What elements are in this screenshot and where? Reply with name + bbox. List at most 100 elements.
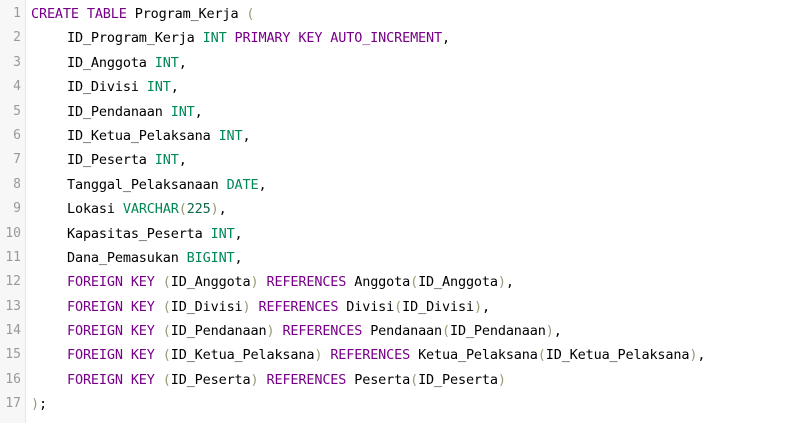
type-token: INT [218, 127, 243, 144]
identifier-token: , [194, 103, 203, 120]
code-line[interactable]: 13 FOREIGN KEY (ID_Divisi) REFERENCES Div… [0, 295, 795, 319]
bracket-token: ( [162, 347, 171, 364]
code-line[interactable]: 17); [0, 392, 795, 416]
identifier-token [251, 299, 259, 315]
identifier-token: ID_Peserta [67, 152, 155, 169]
code-text: ID_Anggota INT, [31, 51, 187, 75]
line-number: 9 [13, 201, 21, 217]
type-token: VARCHAR [122, 201, 179, 218]
code-line[interactable]: 15 FOREIGN KEY (ID_Ketua_Pelaksana) REFER… [0, 343, 795, 367]
keyword-token: FOREIGN KEY [67, 274, 155, 291]
identifier-token: , [178, 54, 187, 71]
bracket-token: ) [473, 298, 482, 315]
identifier-token: ID_Divisi [402, 298, 474, 315]
identifier-token: , [481, 298, 490, 315]
code-line[interactable]: 5 ID_Pendanaan INT, [0, 100, 795, 124]
bracket-token: ) [497, 274, 506, 291]
bracket-token: ) [31, 396, 39, 413]
code-editor[interactable]: 1 CREATE TABLE Program_Kerja (2 ID_Program… [0, 0, 795, 423]
line-number: 16 [5, 371, 21, 387]
bracket-token: ( [178, 201, 187, 218]
line-number: 6 [13, 127, 21, 143]
line-number: 17 [5, 396, 21, 412]
identifier-token: , [234, 249, 243, 266]
identifier-token: ID_Program_Kerja [67, 30, 203, 47]
code-lines: 1 CREATE TABLE Program_Kerja (2 ID_Program… [0, 2, 795, 417]
line-number: 11 [5, 249, 21, 265]
code-line[interactable]: 4 ID_Divisi INT, [0, 75, 795, 99]
bracket-token: ( [246, 6, 255, 22]
keyword-token: CREATE TABLE [31, 6, 127, 22]
identifier-token: , [442, 30, 450, 47]
line-number: 8 [13, 176, 21, 192]
code-line[interactable]: 6 ID_Ketua_Pelaksana INT, [0, 124, 795, 148]
bracket-token: ) [242, 298, 251, 315]
line-number: 4 [13, 79, 21, 95]
code-line[interactable]: 14 FOREIGN KEY (ID_Pendanaan) REFERENCES … [0, 319, 795, 343]
identifier-token: , [234, 225, 243, 242]
code-line[interactable]: 3 ID_Anggota INT, [0, 51, 795, 75]
code-line[interactable]: 7 ID_Peserta INT, [0, 148, 795, 172]
type-token: INT [210, 225, 235, 242]
line-number: 1 [13, 6, 21, 21]
code-text: ID_Pendanaan INT, [31, 100, 203, 124]
type-token: INT [170, 103, 195, 120]
bracket-token: ( [537, 347, 546, 364]
code-text: ID_Ketua_Pelaksana INT, [31, 124, 251, 148]
identifier-token: ID_Anggota [170, 274, 251, 291]
keyword-token: PRIMARY KEY [234, 30, 323, 47]
identifier-token: ID_Ketua_Pelaksana [170, 347, 315, 364]
bracket-token: ( [162, 298, 171, 315]
identifier-token: Kapasitas_Peserta [67, 225, 211, 242]
identifier-token: ID_Anggota [418, 274, 498, 291]
code-line[interactable]: 1 CREATE TABLE Program_Kerja ( [0, 2, 795, 26]
line-number: 3 [13, 54, 21, 70]
code-text: Dana_Pemasukan BIGINT, [31, 246, 243, 270]
code-text: ID_Program_Kerja INT PRIMARY KEY AUTO_IN… [31, 26, 450, 50]
code-line[interactable]: 11 Dana_Pemasukan BIGINT, [0, 246, 795, 270]
identifier-token: ID_Ketua_Pelaksana [545, 347, 690, 364]
identifier-token: Dana_Pemasukan [67, 249, 187, 266]
identifier-token: , [242, 127, 251, 144]
line-number: 15 [5, 347, 21, 363]
line-number: 10 [5, 225, 21, 241]
code-line[interactable]: 12 FOREIGN KEY (ID_Anggota) REFERENCES An… [0, 270, 795, 294]
identifier-token [155, 299, 163, 315]
code-line[interactable]: 8 Tanggal_Pelaksanaan DATE, [0, 173, 795, 197]
identifier-token [155, 323, 163, 339]
bracket-token: ) [210, 201, 219, 218]
identifier-token: ID_Peserta [170, 371, 251, 388]
line-number: 13 [5, 298, 21, 314]
keyword-token: FOREIGN KEY [67, 371, 155, 388]
number-token: 225 [186, 201, 211, 218]
identifier-token: Program_Kerja [126, 6, 247, 22]
identifier-token: , [178, 152, 187, 169]
type-token: BIGINT [186, 249, 235, 266]
identifier-token [155, 347, 163, 363]
keyword-token: REFERENCES [266, 371, 347, 388]
code-line[interactable]: 10 Kapasitas_Peserta INT, [0, 222, 795, 246]
bracket-token: ) [545, 323, 554, 340]
bracket-token: ( [162, 323, 171, 340]
identifier-token [155, 372, 163, 388]
bracket-token: ( [394, 298, 403, 315]
line-number: 7 [13, 152, 21, 168]
keyword-token: REFERENCES [258, 298, 339, 315]
identifier-token: , [505, 274, 514, 291]
code-line[interactable]: 16 FOREIGN KEY (ID_Peserta) REFERENCES Pe… [0, 368, 795, 392]
bracket-token: ( [410, 371, 419, 388]
bracket-token: ( [162, 274, 171, 291]
line-number: 2 [13, 30, 21, 46]
code-text: FOREIGN KEY (ID_Divisi) REFERENCES Divis… [31, 295, 490, 319]
code-line[interactable]: 2 ID_Program_Kerja INT PRIMARY KEY AUTO_I… [0, 26, 795, 50]
code-line[interactable]: 9 Lokasi VARCHAR(225), [0, 197, 795, 221]
code-text: ID_Divisi INT, [31, 75, 179, 99]
bracket-token: ) [250, 274, 259, 291]
identifier-token: , [258, 176, 267, 193]
line-number: 14 [5, 323, 21, 339]
identifier-token: , [170, 79, 179, 96]
identifier-token: Tanggal_Pelaksanaan [67, 176, 227, 193]
identifier-token: , [697, 347, 706, 364]
code-text: FOREIGN KEY (ID_Pendanaan) REFERENCES Pe… [31, 319, 562, 343]
identifier-token: ID_Pendanaan [449, 323, 546, 340]
